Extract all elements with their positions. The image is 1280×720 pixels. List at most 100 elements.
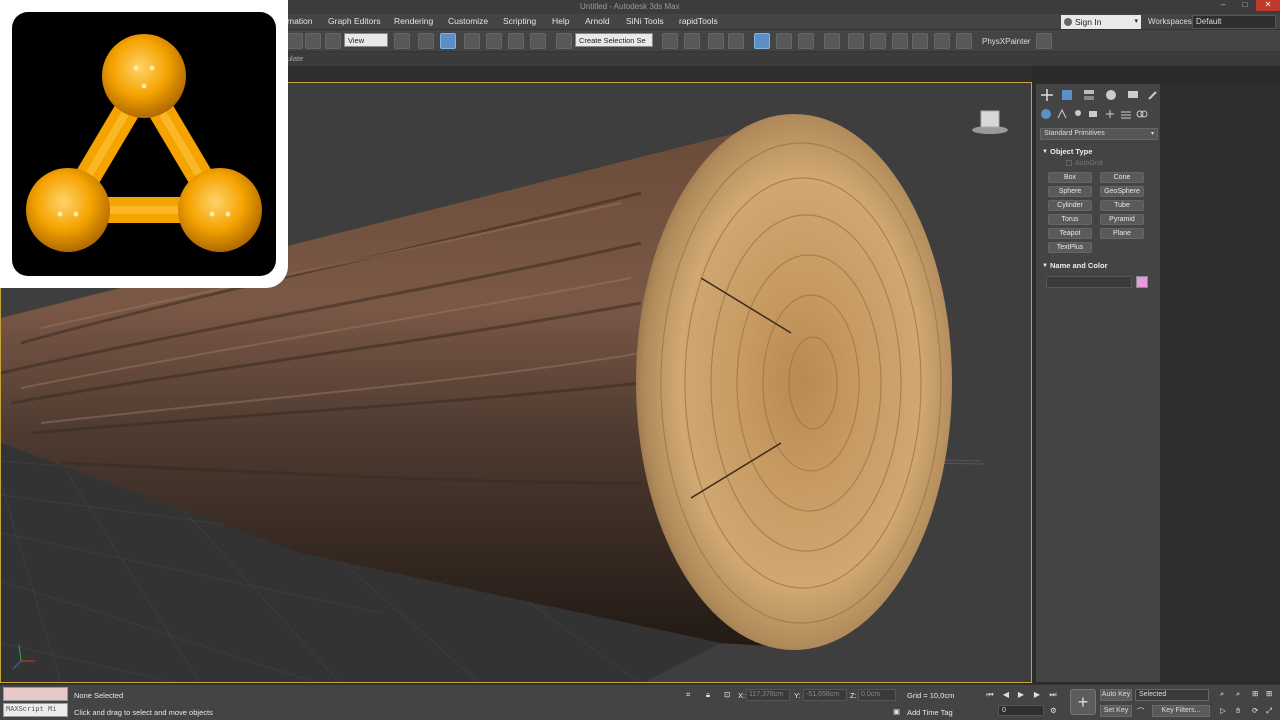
move-icon[interactable] [418,33,434,49]
lock-icon[interactable]: 🔒︎ [706,690,710,700]
render-setup-icon[interactable] [848,33,864,49]
menu-help[interactable]: Help [552,16,569,26]
menu-scripting[interactable]: Scripting [503,16,536,26]
zoom-all-icon[interactable]: ⌕ [1236,689,1240,699]
edit-named-selection-icon[interactable] [556,33,572,49]
menu-rendering[interactable]: Rendering [394,16,433,26]
previous-frame-icon[interactable]: ◀ [1000,689,1012,701]
menu-graph-editors[interactable]: Graph Editors [328,16,380,26]
object-name-input[interactable] [1046,276,1132,288]
box-button[interactable]: Box [1048,172,1092,183]
spinner-snap-icon[interactable] [530,33,546,49]
maxscript-mini-listener[interactable]: MAXScript Mi [3,703,68,717]
y-coordinate-field[interactable]: -51,658cm [803,689,847,701]
maxscript-listener-output[interactable] [3,687,68,701]
x-coordinate-field[interactable]: 117,378cm [746,689,790,701]
isolate-icon[interactable]: ⌗ [686,690,690,700]
modify-tab-icon[interactable] [1060,88,1074,102]
workspace-layout-icon[interactable] [1036,33,1052,49]
textplus-button[interactable]: TextPlus [1048,242,1092,253]
align-icon[interactable] [684,33,700,49]
zoom-extents-icon[interactable]: ⊞ [1252,689,1258,698]
autogrid-checkbox[interactable]: AutoGrid [1066,160,1103,167]
absolute-mode-icon[interactable]: ⊡ [724,690,730,699]
name-color-rollout[interactable]: ▼ Name and Color [1040,260,1158,272]
geosphere-button[interactable]: GeoSphere [1100,186,1144,197]
physx-brush-icon[interactable] [956,33,972,49]
shapes-icon[interactable] [1056,108,1068,120]
sphere-button[interactable]: Sphere [1048,186,1092,197]
scene-explorer-icon[interactable] [708,33,724,49]
select-region-icon[interactable] [305,33,321,49]
key-filters-button[interactable]: Key Filters... [1152,705,1210,717]
next-frame-icon[interactable]: ▶ [1031,689,1043,701]
object-color-swatch[interactable] [1136,276,1148,288]
helpers-icon[interactable] [1104,108,1116,120]
snap-3d-icon[interactable] [464,33,480,49]
play-icon[interactable]: ▶ [1015,689,1027,701]
primitive-category-select[interactable]: Standard Primitives ▾ [1040,128,1158,140]
named-selection-set[interactable]: Create Selection Se [575,33,653,47]
layer-explorer-icon[interactable] [728,33,744,49]
select-move-icon[interactable] [440,33,456,49]
lights-icon[interactable] [1072,108,1084,120]
set-keys-icon[interactable]: + [1070,689,1096,715]
cylinder-button[interactable]: Cylinder [1048,200,1092,211]
time-config-icon[interactable]: ⚙ [1050,706,1057,715]
maximize-icon[interactable]: □ [1234,0,1256,11]
hierarchy-tab-icon[interactable] [1082,88,1096,102]
rendered-frame-icon[interactable] [870,33,886,49]
object-type-rollout[interactable]: ▼ Object Type [1040,146,1158,158]
menu-customize[interactable]: Customize [448,16,488,26]
default-in-out-icon[interactable]: ⌒ [1137,706,1145,717]
auto-key-button[interactable]: Auto Key [1100,689,1132,701]
curve-editor-icon[interactable] [776,33,792,49]
material-editor-icon[interactable] [824,33,840,49]
tube-button[interactable]: Tube [1100,200,1144,211]
ribbon-toggle-icon[interactable] [754,33,770,49]
orbit-icon[interactable]: ⟳ [1252,706,1258,715]
percent-snap-icon[interactable] [508,33,524,49]
viewcube-icon[interactable] [972,110,1008,134]
menu-sini-tools[interactable]: SiNi Tools [626,16,664,26]
close-icon[interactable]: ✕ [1256,0,1280,11]
motion-tab-icon[interactable] [1104,88,1118,102]
z-coordinate-field[interactable]: 0,0cm [858,689,896,701]
plane-button[interactable]: Plane [1100,228,1144,239]
cone-button[interactable]: Cone [1100,172,1144,183]
zoom-icon[interactable]: ⌕ [1220,689,1224,699]
cameras-icon[interactable] [1088,108,1100,120]
teapot-button[interactable]: Teapot [1048,228,1092,239]
set-key-button[interactable]: Set Key [1100,705,1132,717]
geometry-icon[interactable] [1040,108,1052,120]
menu-animation[interactable]: mation [287,16,313,26]
schematic-view-icon[interactable] [798,33,814,49]
display-tab-icon[interactable] [1126,88,1140,102]
render-cloud-icon[interactable] [934,33,950,49]
create-tab-icon[interactable] [1040,88,1054,102]
menu-rapidtools[interactable]: rapidTools [679,16,718,26]
mirror-icon[interactable] [662,33,678,49]
go-to-start-icon[interactable]: ⏮ [984,689,996,701]
current-frame-field[interactable]: 0 [998,705,1044,716]
material-icon[interactable] [325,33,341,49]
sign-in-button[interactable]: Sign In ▾ [1061,15,1141,29]
zoom-extents-all-icon[interactable]: ⊞ [1266,689,1272,698]
utilities-tab-icon[interactable] [1146,88,1160,102]
rotate-icon[interactable] [287,33,303,49]
add-time-tag[interactable]: Add Time Tag [907,708,953,717]
pan-icon[interactable]: ✋︎ [1236,706,1240,716]
angle-snap-icon[interactable] [486,33,502,49]
pyramid-button[interactable]: Pyramid [1100,214,1144,225]
space-warps-icon[interactable] [1120,108,1132,120]
physx-painter-label[interactable]: PhysXPainter [982,37,1030,46]
render-iterative-icon[interactable] [912,33,928,49]
workspace-select[interactable]: Default [1192,15,1276,29]
menu-arnold[interactable]: Arnold [585,16,610,26]
pivot-icon[interactable] [394,33,410,49]
maximize-viewport-icon[interactable]: ⤢ [1266,706,1272,716]
field-of-view-icon[interactable]: ▷ [1220,706,1226,715]
reference-coord-select[interactable]: View [344,33,388,47]
systems-icon[interactable] [1136,108,1148,120]
torus-button[interactable]: Torus [1048,214,1092,225]
